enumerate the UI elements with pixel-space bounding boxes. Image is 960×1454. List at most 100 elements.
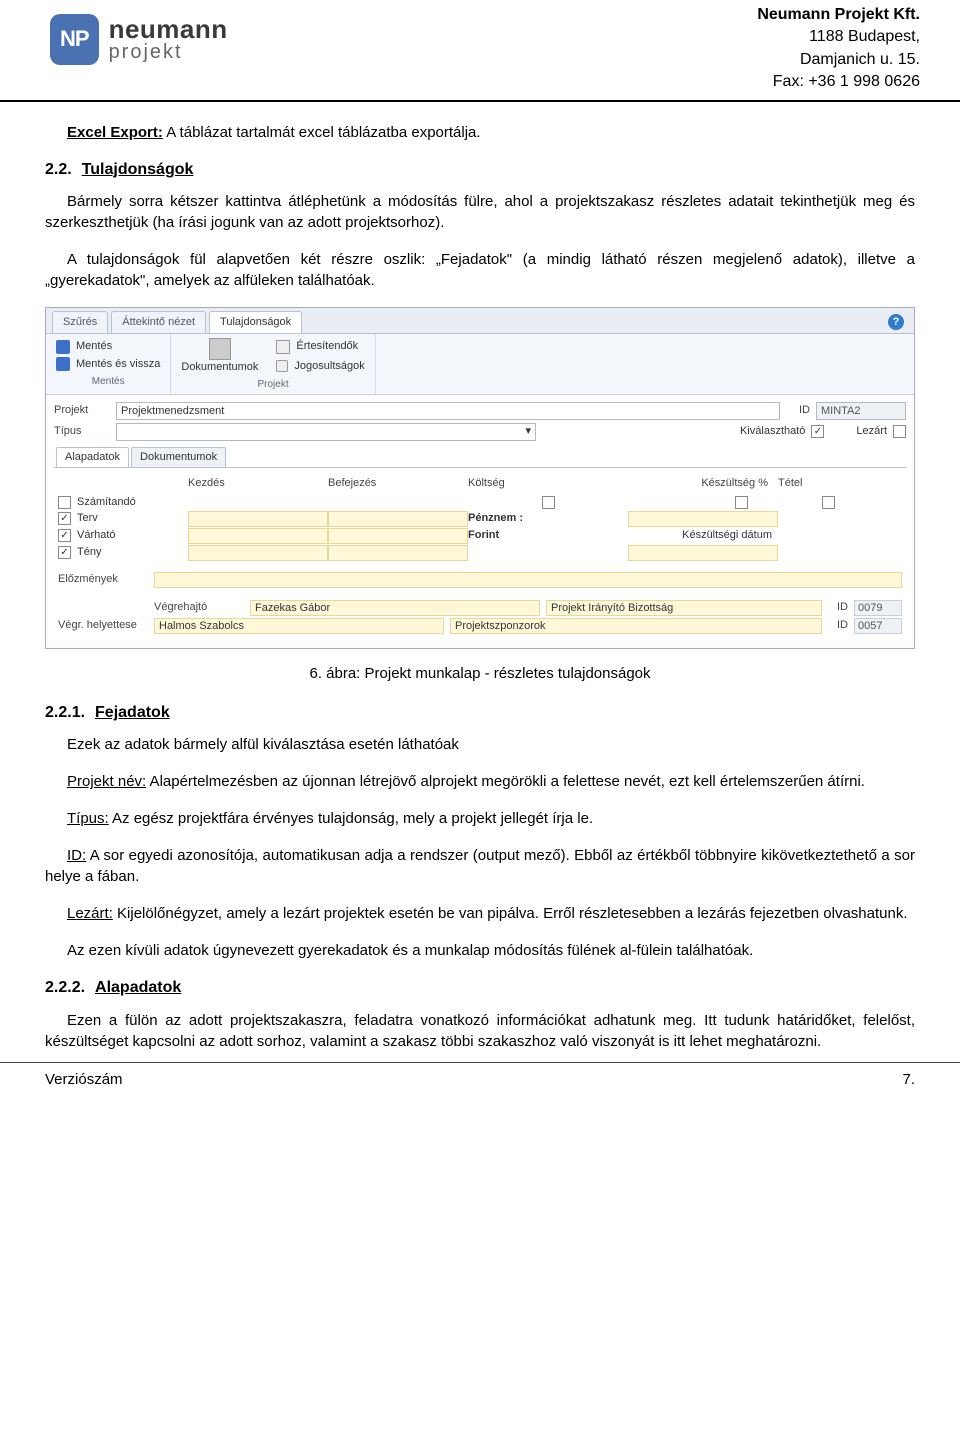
company-fax: Fax: +36 1 998 0626 xyxy=(757,71,920,93)
id-label-p: ID: xyxy=(67,847,86,864)
subtab-dokumentumok[interactable]: Dokumentumok xyxy=(131,447,226,467)
terv-kezdes-input[interactable] xyxy=(188,511,328,527)
elozmenyek-label: Előzmények xyxy=(58,572,148,587)
footer-right: 7. xyxy=(902,1069,915,1090)
tipus-label: Típus xyxy=(54,424,110,439)
paragraph-3: Ezek az adatok bármely alfül kiválasztás… xyxy=(45,734,915,755)
szamitando-koltseg-checkbox[interactable] xyxy=(542,496,555,509)
id-label-2: ID xyxy=(828,618,848,633)
szamitando-checkbox[interactable] xyxy=(58,496,71,509)
footer-left: Verziószám xyxy=(45,1069,123,1090)
save-label: Mentés xyxy=(76,339,112,354)
varhato-kezdes-input[interactable] xyxy=(188,528,328,544)
ribbon: Mentés Mentés és vissza Mentés Dokumentu… xyxy=(46,334,914,394)
kivalaszthato-checkbox[interactable] xyxy=(811,425,824,438)
row-vegrehajto: Végrehajtó Fazekas Gábor Projekt Irányít… xyxy=(58,600,902,616)
section-2-2-2-num: 2.2.2. xyxy=(45,979,85,996)
tab-attekinto[interactable]: Áttekintő nézet xyxy=(111,311,206,333)
elozmenyek-input[interactable] xyxy=(154,572,902,588)
vegrhely-input[interactable]: Halmos Szabolcs xyxy=(154,618,444,634)
tab-tulajdonsagok[interactable]: Tulajdonságok xyxy=(209,311,302,333)
id-value-2: 0057 xyxy=(854,618,902,634)
penznem-label: Pénznem : xyxy=(468,512,628,525)
tab-szures[interactable]: Szűrés xyxy=(52,311,108,333)
paragraph-id: ID: A sor egyedi azonosítója, automatiku… xyxy=(45,845,915,887)
bizottsag-input[interactable]: Projekt Irányító Bizottság xyxy=(546,600,822,616)
company-addr1: 1188 Budapest, xyxy=(757,26,920,48)
terv-befejezes-input[interactable] xyxy=(328,511,468,527)
vegrehajto-label: Végrehajtó xyxy=(154,600,244,615)
section-2-2-heading: 2.2.Tulajdonságok xyxy=(45,159,915,181)
help-icon[interactable]: ? xyxy=(888,314,904,330)
varhato-befejezes-input[interactable] xyxy=(328,528,468,544)
teny-label: Tény xyxy=(77,545,101,560)
section-2-2-1-heading: 2.2.1. Fejadatok xyxy=(45,702,915,724)
id-field: MINTA2 xyxy=(816,402,906,420)
paragraph-lezart: Lezárt: Kijelölőnégyzet, amely a lezárt … xyxy=(45,903,915,924)
section-2-2-1-num: 2.2.1. xyxy=(45,704,85,721)
projektnev-text: Alapértelmezésben az újonnan létrejövő a… xyxy=(146,773,865,790)
projekt-label: Projekt xyxy=(54,403,110,418)
tipus-dropdown[interactable]: ▾ xyxy=(116,423,536,441)
projektnev-label: Projekt név: xyxy=(67,773,146,790)
teny-keszdatum-input[interactable] xyxy=(628,545,778,561)
varhato-checkbox[interactable] xyxy=(58,529,71,542)
grid-header: Kezdés Befejezés Költség Készültség % Té… xyxy=(58,474,902,493)
varhato-label: Várható xyxy=(77,528,116,543)
szamitando-label: Számítandó xyxy=(77,495,136,510)
page-header: NP neumann projekt Neumann Projekt Kft. … xyxy=(0,0,960,102)
vegrehajto-input[interactable]: Fazekas Gábor xyxy=(250,600,540,616)
lezart-text: Kijelölőnégyzet, amely a lezárt projekte… xyxy=(113,905,908,922)
paragraph-8: Az ezen kívüli adatok úgynevezett gyerek… xyxy=(45,940,915,961)
paragraph-9: Ezen a fülön az adott projektszakaszra, … xyxy=(45,1010,915,1052)
projekt-input[interactable]: Projektmenedzsment xyxy=(116,402,780,420)
ertesitendok-label: Értesítendők xyxy=(296,339,358,354)
paragraph-1: Bármely sorra kétszer kattintva átléphet… xyxy=(45,191,915,233)
lock-icon xyxy=(276,360,288,372)
grid-area: Kezdés Befejezés Költség Készültség % Té… xyxy=(54,468,906,640)
excel-export-paragraph: Excel Export: A táblázat tartalmát excel… xyxy=(45,122,915,143)
company-info: Neumann Projekt Kft. 1188 Budapest, Damj… xyxy=(757,4,920,94)
ribbon-group-label-mentes: Mentés xyxy=(56,375,160,389)
company-addr2: Damjanich u. 15. xyxy=(757,49,920,71)
logo-text-1: neumann xyxy=(109,16,228,42)
teny-checkbox[interactable] xyxy=(58,546,71,559)
id-label: ID xyxy=(786,403,810,418)
terv-keszultseg-input[interactable] xyxy=(628,511,778,527)
row-teny: Tény xyxy=(58,545,902,561)
lezart-label: Lezárt xyxy=(856,424,887,439)
szamitando-keszultseg-checkbox[interactable] xyxy=(735,496,748,509)
jogosultsagok-button[interactable]: Jogosultságok xyxy=(276,359,364,374)
row-vegrhelyettes: Végr. helyettese Halmos Szabolcs Projekt… xyxy=(58,618,902,634)
teny-kezdes-input[interactable] xyxy=(188,545,328,561)
section-2-2-2-heading: 2.2.2.Alapadatok xyxy=(45,977,915,999)
sub-tabs: Alapadatok Dokumentumok xyxy=(54,447,906,468)
lezart-label-p: Lezárt: xyxy=(67,905,113,922)
paragraph-projektnev: Projekt név: Alapértelmezésben az újonna… xyxy=(45,771,915,792)
section-2-2-1-title: Fejadatok xyxy=(95,704,170,721)
ertesitendok-button[interactable]: Értesítendők xyxy=(276,339,364,354)
ribbon-group-projekt: Dokumentumok Értesítendők Jogosultságok … xyxy=(171,334,375,393)
teny-befejezes-input[interactable] xyxy=(328,545,468,561)
lezart-checkbox[interactable] xyxy=(893,425,906,438)
col-befejezes: Befejezés xyxy=(328,474,468,493)
szponzor-input[interactable]: Projektszponzorok xyxy=(450,618,822,634)
terv-checkbox[interactable] xyxy=(58,512,71,525)
ribbon-group-label-projekt: Projekt xyxy=(181,378,364,392)
col-tetel: Tétel xyxy=(778,474,878,493)
col-keszultseg: Készültség % xyxy=(628,474,778,493)
terv-label: Terv xyxy=(77,511,98,526)
save-button[interactable]: Mentés xyxy=(56,339,112,354)
section-2-2-num: 2.2. xyxy=(45,161,72,178)
szamitando-tetel-checkbox[interactable] xyxy=(822,496,835,509)
save-back-button[interactable]: Mentés és vissza xyxy=(56,357,160,372)
figure-caption: 6. ábra: Projekt munkalap - részletes tu… xyxy=(45,663,915,684)
mail-icon xyxy=(276,340,290,354)
ribbon-group-mentes: Mentés Mentés és vissza Mentés xyxy=(46,334,171,393)
subtab-alapadatok[interactable]: Alapadatok xyxy=(56,447,129,467)
logo: NP neumann projekt xyxy=(50,4,228,65)
page-footer: Verziószám 7. xyxy=(0,1062,960,1090)
save-icon xyxy=(56,340,70,354)
documents-button[interactable]: Dokumentumok xyxy=(181,360,258,375)
save-back-label: Mentés és vissza xyxy=(76,357,160,372)
